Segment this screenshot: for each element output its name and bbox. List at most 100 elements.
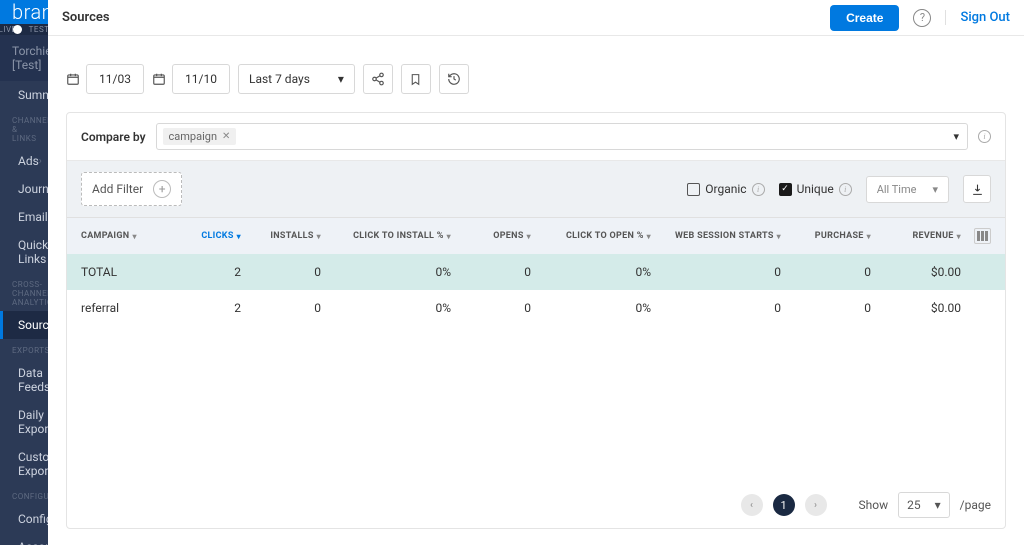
page-size-select[interactable]: 25 ▾ [898, 492, 950, 518]
th-click-to-install[interactable]: CLICK TO INSTALL %▾ [321, 231, 451, 241]
page-size-value: 25 [907, 498, 921, 512]
nav-quicklinks[interactable]: Quick Links [0, 231, 48, 273]
info-icon[interactable]: i [978, 130, 991, 143]
add-filter-label: Add Filter [92, 182, 143, 196]
plus-icon: + [153, 180, 171, 198]
nav-summary[interactable]: Summary [0, 81, 48, 109]
total-installs: 0 [241, 265, 321, 279]
info-icon[interactable]: i [839, 183, 852, 196]
info-icon[interactable]: i [752, 183, 765, 196]
help-icon[interactable]: ? [913, 9, 931, 27]
sidebar: branch✲ LIVE TEST Torchie [Test] ▾ Summa… [0, 0, 48, 545]
chevron-down-icon: ▾ [953, 130, 959, 143]
nav-email[interactable]: Email [0, 203, 48, 231]
data-panel: Compare by campaign ✕ ▾ i Add Filter + [66, 112, 1006, 529]
total-purchase: 0 [781, 265, 871, 279]
nav-configuration[interactable]: Configuration [0, 505, 48, 533]
unique-checkbox-group: ✓ Unique i [779, 182, 852, 196]
pagination: ‹ 1 › Show 25 ▾ /page [67, 476, 1005, 528]
brand-logo[interactable]: branch✲ [12, 0, 48, 24]
compare-input[interactable]: campaign ✕ ▾ [156, 123, 968, 150]
show-label: Show [859, 498, 889, 512]
timeframe-select[interactable]: All Time ▾ [866, 176, 949, 203]
row-cti: 0% [321, 301, 451, 315]
row-installs: 0 [241, 301, 321, 315]
download-button[interactable] [963, 175, 991, 203]
project-name: Torchie [Test] [12, 44, 48, 72]
filter-row: Add Filter + Organic i ✓ Unique i [67, 161, 1005, 218]
th-installs[interactable]: INSTALLS▾ [241, 231, 321, 241]
nav-customexports[interactable]: Custom Exports [0, 443, 48, 485]
history-button[interactable] [439, 64, 469, 94]
th-opens[interactable]: OPENS▾ [451, 231, 531, 241]
date-toolbar: 11/03 11/10 Last 7 days ▾ [66, 64, 1006, 94]
topbar: Sources Create ? Sign Out [48, 0, 1024, 36]
sort-icon: ▾ [132, 232, 136, 241]
th-revenue[interactable]: REVENUE▾ [871, 231, 961, 241]
timeframe-label: All Time [877, 183, 917, 196]
organic-label: Organic [705, 182, 746, 196]
calendar-icon[interactable] [152, 72, 166, 86]
row-purchase: 0 [781, 301, 871, 315]
row-clicks: 2 [171, 301, 241, 315]
data-table: CAMPAIGN▾ CLICKS▾ INSTALLS▾ CLICK TO INS… [67, 218, 1005, 326]
total-label: TOTAL [81, 265, 171, 279]
row-campaign: referral [81, 301, 171, 315]
th-clicks[interactable]: CLICKS▾ [171, 231, 241, 241]
signout-link[interactable]: Sign Out [945, 10, 1010, 25]
row-opens: 0 [451, 301, 531, 315]
nav-section-exports: EXPORTS [0, 339, 48, 359]
nav-dailyexports[interactable]: Daily Exports [0, 401, 48, 443]
organic-checkbox[interactable] [687, 183, 700, 196]
unique-checkbox[interactable]: ✓ [779, 183, 792, 196]
content: 11/03 11/10 Last 7 days ▾ [48, 36, 1024, 545]
total-revenue: $0.00 [871, 265, 961, 279]
nav-sources[interactable]: Sources [0, 311, 48, 339]
env-toggle-bar: LIVE TEST [0, 24, 48, 35]
th-purchase[interactable]: PURCHASE▾ [781, 231, 871, 241]
next-page-button[interactable]: › [805, 494, 827, 516]
share-button[interactable] [363, 64, 393, 94]
nav-accountsettings[interactable]: Account Settings [0, 533, 48, 545]
th-campaign[interactable]: CAMPAIGN▾ [81, 231, 171, 241]
table-row[interactable]: referral 2 0 0% 0 0% 0 0 $0.00 [67, 290, 1005, 326]
date-from-input[interactable]: 11/03 [86, 64, 144, 94]
chevron-down-icon: ▾ [935, 498, 941, 512]
unique-label: Unique [797, 182, 834, 196]
organic-checkbox-group: Organic i [687, 182, 764, 196]
chip-remove-icon[interactable]: ✕ [222, 131, 230, 142]
project-selector[interactable]: Torchie [Test] ▾ [0, 35, 48, 81]
prev-page-button[interactable]: ‹ [741, 494, 763, 516]
compare-row: Compare by campaign ✕ ▾ i [67, 113, 1005, 161]
compare-label: Compare by [81, 130, 146, 144]
nav-section-configure: CONFIGURE [0, 485, 48, 505]
logo-bar: branch✲ [0, 0, 48, 24]
total-wss: 0 [651, 265, 781, 279]
th-web-session-starts[interactable]: WEB SESSION STARTS▾ [651, 231, 781, 241]
nav-datafeeds[interactable]: Data Feeds [0, 359, 48, 401]
create-button[interactable]: Create [830, 5, 899, 31]
page-number[interactable]: 1 [773, 494, 795, 516]
date-range-select[interactable]: Last 7 days ▾ [238, 64, 355, 94]
per-page-label: /page [960, 498, 991, 512]
row-cto: 0% [531, 301, 651, 315]
bookmark-button[interactable] [401, 64, 431, 94]
th-click-to-open[interactable]: CLICK TO OPEN %▾ [531, 231, 651, 241]
columns-button[interactable] [974, 228, 991, 244]
chevron-down-icon: ▾ [932, 183, 938, 196]
chevron-down-icon: ▾ [338, 72, 344, 86]
add-filter-button[interactable]: Add Filter + [81, 172, 182, 206]
page-title: Sources [62, 10, 110, 25]
compare-chip-label: campaign [169, 130, 217, 143]
row-revenue: $0.00 [871, 301, 961, 315]
nav-journeys[interactable]: Journeys [0, 175, 48, 203]
row-wss: 0 [651, 301, 781, 315]
nav-ads[interactable]: Ads› [0, 147, 48, 175]
env-test-label: TEST [29, 25, 48, 34]
date-to-input[interactable]: 11/10 [172, 64, 230, 94]
table-total-row: TOTAL 2 0 0% 0 0% 0 0 $0.00 [67, 254, 1005, 290]
calendar-icon[interactable] [66, 72, 80, 86]
total-cto: 0% [531, 265, 651, 279]
main: Sources Create ? Sign Out 11/03 [48, 0, 1024, 545]
total-clicks: 2 [171, 265, 241, 279]
